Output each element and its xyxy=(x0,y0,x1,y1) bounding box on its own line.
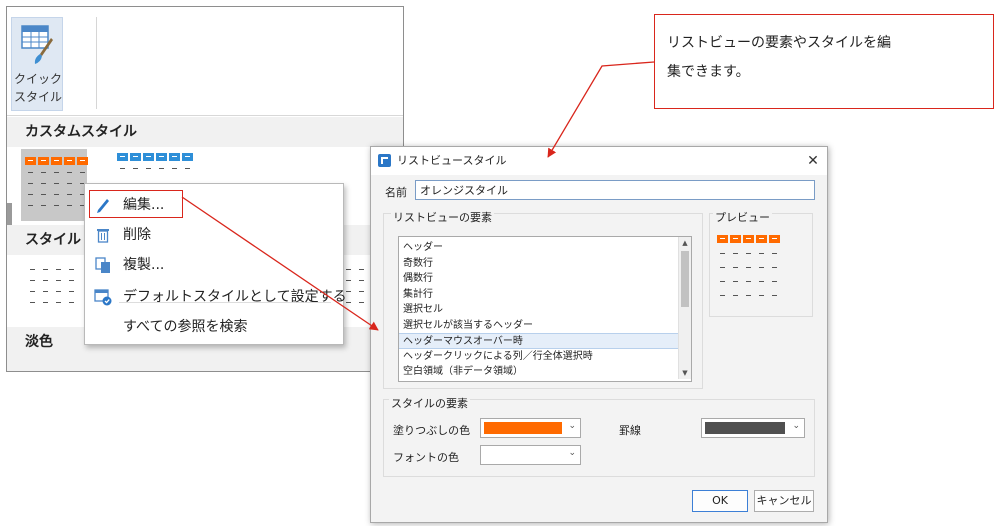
ribbon-area: クイック スタイル xyxy=(7,7,403,116)
scroll-down-icon[interactable]: ▼ xyxy=(679,367,691,379)
menu-item-delete[interactable]: 削除 xyxy=(85,220,343,250)
menu-item-duplicate[interactable]: 複製... xyxy=(85,250,343,280)
fill-color-swatch xyxy=(484,422,562,434)
list-item[interactable]: ヘッダークリックによる列／行全体選択時 xyxy=(399,349,679,365)
app-icon xyxy=(378,154,391,167)
elements-group-title: リストビューの要素 xyxy=(391,209,494,225)
scrollbar-thumb[interactable] xyxy=(681,251,689,307)
chevron-down-icon: ⌄ xyxy=(568,448,576,458)
font-color-dropdown[interactable]: ⌄ xyxy=(480,445,581,465)
style-elements-group-title: スタイルの要素 xyxy=(389,395,470,411)
quick-style-label: クイック スタイル xyxy=(12,70,64,106)
scroll-up-icon[interactable]: ▲ xyxy=(679,237,691,249)
list-item[interactable]: ヘッダー xyxy=(399,240,679,256)
default-style-icon xyxy=(94,289,112,306)
menu-item-set-default-label: デフォルトスタイルとして設定する xyxy=(123,289,347,305)
list-item[interactable]: 奇数行 xyxy=(399,256,679,272)
ok-button[interactable]: OK xyxy=(692,490,748,512)
chevron-down-icon: ⌄ xyxy=(792,421,800,431)
menu-item-find-references[interactable]: すべての参照を検索 xyxy=(85,312,343,342)
menu-item-find-references-label: すべての参照を検索 xyxy=(123,319,248,335)
style-thumb-blue[interactable] xyxy=(117,153,193,172)
style-gallery-panel: クイック スタイル カスタムスタイル スタイル 淡色 編集... 削除 複製..… xyxy=(6,6,404,372)
list-item[interactable]: 選択セル xyxy=(399,302,679,318)
list-item[interactable]: ヘッダーマウスオーバー時 xyxy=(399,333,679,349)
preview-group-title: プレビュー xyxy=(713,209,772,225)
callout-text: リストビューの要素やスタイルを編 集できます。 xyxy=(667,29,981,87)
ribbon-divider xyxy=(96,17,97,109)
menu-item-delete-label: 削除 xyxy=(123,227,151,243)
name-label: 名前 xyxy=(385,186,407,199)
dialog-titlebar[interactable]: リストビュースタイル ✕ xyxy=(371,147,827,175)
border-color-swatch xyxy=(705,422,785,434)
font-color-label: フォントの色 xyxy=(393,451,459,464)
preview-grid xyxy=(717,235,780,299)
section-custom-style: カスタムスタイル xyxy=(7,117,403,147)
quick-style-label-line2: スタイル xyxy=(13,90,62,104)
elements-listbox[interactable]: ヘッダー 奇数行 偶数行 集計行 選択セル 選択セルが該当するヘッダー ヘッダーマウスオーバ… xyxy=(398,236,692,382)
annotation-callout: リストビューの要素やスタイルを編 集できます。 xyxy=(654,14,994,109)
border-label: 罫線 xyxy=(619,424,641,437)
dialog-title: リストビュースタイル xyxy=(397,154,507,167)
list-item[interactable]: 空白領域（非データ領域） xyxy=(399,364,679,380)
close-icon[interactable]: ✕ xyxy=(803,151,823,171)
style-thumb-default-1[interactable] xyxy=(27,265,77,306)
context-menu: 編集... 削除 複製... デフォルトスタイルとして設定する すべての参照を検… xyxy=(84,183,347,345)
cancel-button[interactable]: キャンセル xyxy=(754,490,814,512)
thumb-grid xyxy=(25,157,88,209)
quick-style-label-line1: クイック xyxy=(13,72,62,86)
chevron-down-icon: ⌄ xyxy=(568,421,576,431)
border-color-dropdown[interactable]: ⌄ xyxy=(701,418,805,438)
name-input[interactable] xyxy=(415,180,815,200)
list-item[interactable]: 選択セルが該当するヘッダー xyxy=(399,318,679,334)
fill-color-label: 塗りつぶしの色 xyxy=(393,424,471,437)
callout-line2: 集できます。 xyxy=(667,64,750,80)
trash-icon xyxy=(97,229,109,243)
listview-style-dialog: リストビュースタイル ✕ 名前 リストビューの要素 ヘッダー奇数行偶数行集計行選… xyxy=(370,146,828,523)
list-item[interactable]: 偶数行 xyxy=(399,271,679,287)
style-thumb-orange[interactable] xyxy=(21,149,88,221)
vertical-scrollbar[interactable]: ▲ ▼ xyxy=(678,237,691,379)
panel-collapse-handle[interactable] xyxy=(7,203,12,225)
fill-color-dropdown[interactable]: ⌄ xyxy=(480,418,581,438)
edit-highlight-box xyxy=(89,190,183,218)
menu-item-duplicate-label: 複製... xyxy=(123,257,165,273)
callout-line1: リストビューの要素やスタイルを編 xyxy=(667,35,891,51)
list-item[interactable]: 集計行 xyxy=(399,287,679,303)
copy-icon xyxy=(95,257,110,273)
callout-arrow xyxy=(547,61,655,158)
section-light-label: 淡色 xyxy=(25,334,53,350)
quick-style-button[interactable]: クイック スタイル xyxy=(11,17,63,111)
menu-item-set-default[interactable]: デフォルトスタイルとして設定する xyxy=(85,282,347,312)
quick-style-icon xyxy=(21,25,53,64)
